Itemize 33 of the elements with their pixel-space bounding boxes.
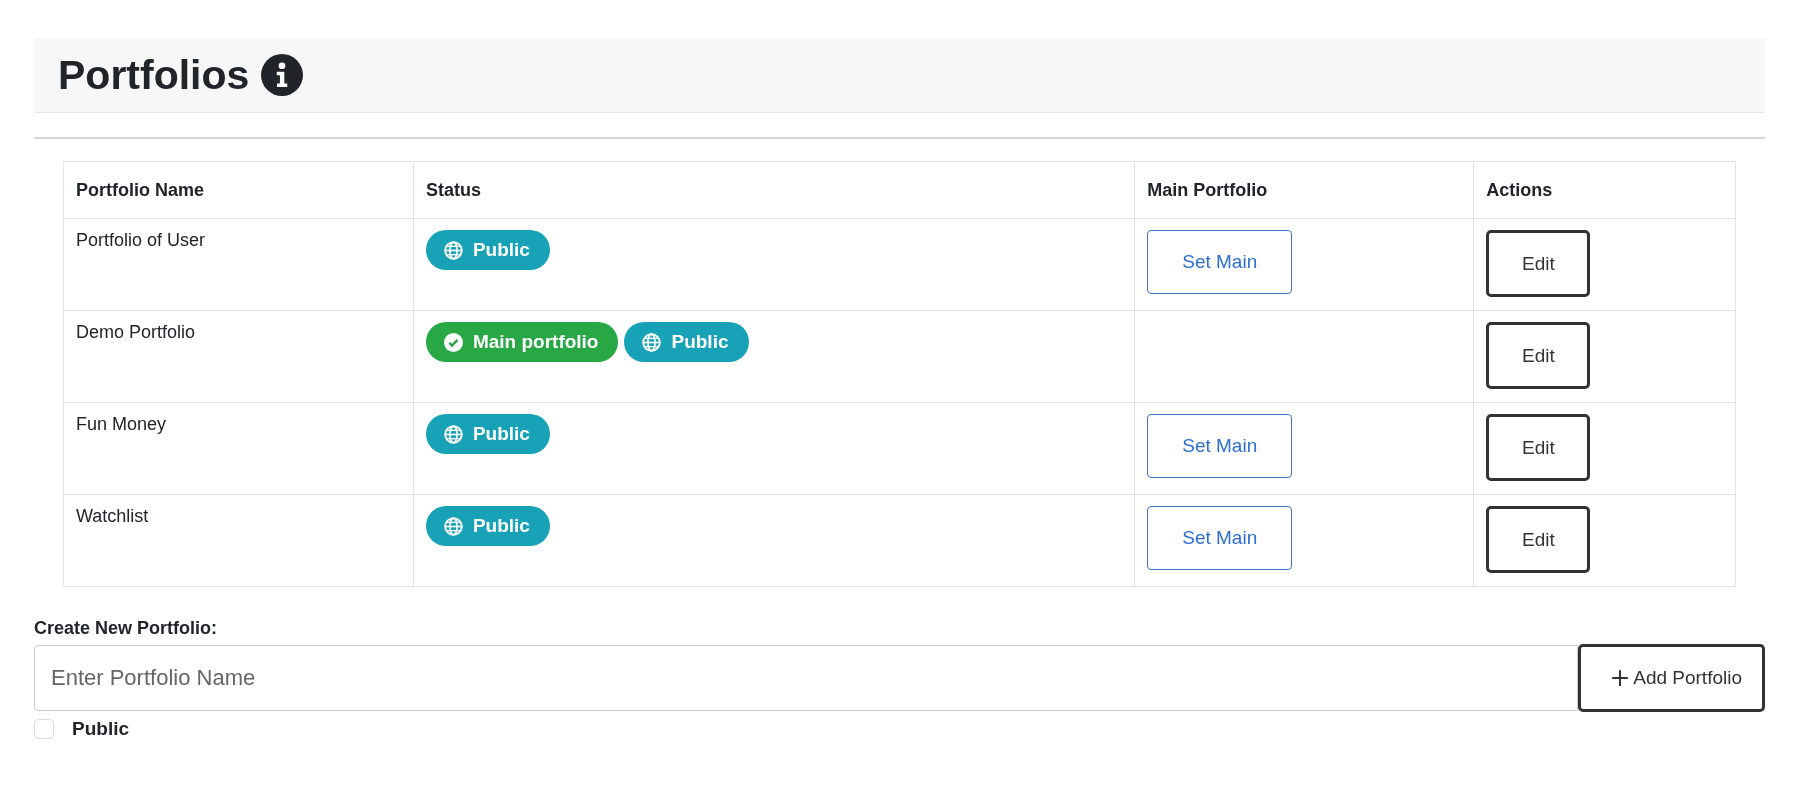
check-circle-icon bbox=[443, 332, 463, 352]
column-header: Status bbox=[413, 161, 1135, 219]
column-header: Portfolio Name bbox=[63, 161, 414, 219]
edit-button[interactable]: Edit bbox=[1486, 506, 1591, 573]
add-portfolio-button[interactable]: Add Portfolio bbox=[1578, 644, 1765, 712]
set-main-button[interactable]: Set Main bbox=[1147, 506, 1293, 570]
edit-button[interactable]: Edit bbox=[1486, 230, 1591, 297]
portfolio-name-cell: Fun Money bbox=[63, 402, 414, 495]
column-header: Main Portfolio bbox=[1134, 161, 1474, 219]
globe-icon bbox=[642, 332, 662, 352]
public-badge: Public bbox=[624, 322, 749, 362]
edit-button[interactable]: Edit bbox=[1486, 322, 1591, 389]
public-checkbox[interactable] bbox=[34, 719, 54, 739]
set-main-button[interactable]: Set Main bbox=[1147, 230, 1293, 294]
globe-icon bbox=[443, 516, 463, 536]
create-portfolio-label: Create New Portfolio: bbox=[34, 618, 219, 639]
main-portfolio-badge: Main portfolio bbox=[425, 322, 619, 362]
edit-button[interactable]: Edit bbox=[1486, 414, 1591, 481]
public-checkbox-label: Public bbox=[72, 718, 129, 740]
plus-icon bbox=[1611, 669, 1630, 687]
page-title: Portfolios bbox=[58, 51, 250, 99]
info-icon[interactable] bbox=[261, 54, 304, 96]
portfolio-name-cell: Watchlist bbox=[63, 494, 414, 587]
globe-icon bbox=[443, 424, 463, 444]
column-header: Actions bbox=[1473, 161, 1736, 219]
portfolio-name-cell: Portfolio of User bbox=[63, 218, 414, 311]
portfolio-name-input[interactable]: Enter Portfolio Name bbox=[34, 645, 1579, 711]
portfolio-name-cell: Demo Portfolio bbox=[63, 310, 414, 403]
public-badge: Public bbox=[425, 414, 550, 454]
public-badge: Public bbox=[425, 506, 550, 546]
set-main-button[interactable]: Set Main bbox=[1147, 414, 1293, 478]
globe-icon bbox=[443, 240, 463, 260]
public-badge: Public bbox=[425, 230, 550, 270]
